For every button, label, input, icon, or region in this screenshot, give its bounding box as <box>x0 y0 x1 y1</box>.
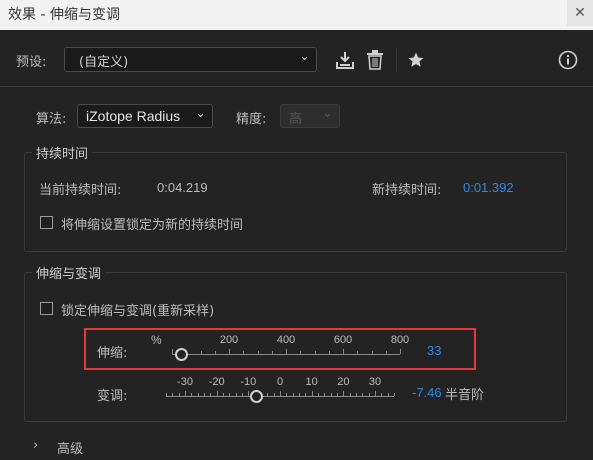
chevron-down-icon: ⌄ <box>322 106 333 121</box>
info-icon <box>558 50 578 70</box>
slider-tick <box>375 391 376 396</box>
duration-legend: 持续时间 <box>32 143 93 162</box>
stretch-pitch-legend: 伸缩与变调 <box>32 263 106 282</box>
slider-tick <box>217 391 218 396</box>
slider-tick <box>356 393 357 396</box>
slider-tick <box>350 393 351 396</box>
download-icon <box>336 52 354 69</box>
highlight-box <box>84 328 476 370</box>
slider-tick <box>179 393 180 396</box>
pitch-value[interactable]: -7.46 <box>412 385 442 400</box>
slider-tick <box>362 393 363 396</box>
slider-tick <box>394 393 395 396</box>
preset-dropdown[interactable]: (自定义) ⌄ <box>64 47 317 72</box>
slider-tick <box>210 393 211 396</box>
slider-tick <box>172 393 173 396</box>
precision-label: 精度: <box>236 112 267 127</box>
slider-tick <box>274 393 275 396</box>
slider-tick <box>337 393 338 396</box>
slider-tick-label: -30 <box>177 376 193 388</box>
slider-tick <box>280 391 281 396</box>
new-duration-label: 新持续时间: <box>372 183 442 198</box>
slider-track <box>166 396 394 397</box>
preset-value: (自定义) <box>79 55 129 70</box>
save-preset-button[interactable] <box>333 48 357 72</box>
slider-tick-label: 0 <box>276 376 284 388</box>
slider-tick <box>248 391 249 396</box>
slider-tick <box>204 393 205 396</box>
lock-stretch-pitch-label: 锁定伸缩与变调(重新采样) <box>61 304 215 319</box>
slider-tick <box>369 393 370 396</box>
slider-tick <box>185 391 186 396</box>
slider-tick <box>236 393 237 396</box>
slider-tick <box>388 393 389 396</box>
slider-tick <box>312 391 313 396</box>
preset-label: 预设: <box>16 55 47 70</box>
current-duration-label: 当前持续时间: <box>39 183 122 198</box>
chevron-down-icon: ⌄ <box>195 106 206 121</box>
slider-tick <box>223 393 224 396</box>
toolbar-divider <box>396 48 397 72</box>
chevron-down-icon: ⌄ <box>299 49 310 64</box>
title-bar: 效果 - 伸缩与变调 ✕ <box>0 0 593 30</box>
slider-thumb[interactable] <box>249 390 263 403</box>
lock-stretch-pitch-checkbox[interactable] <box>40 302 53 315</box>
current-duration-value: 0:04.219 <box>157 180 208 195</box>
slider-tick <box>229 393 230 396</box>
slider-tick <box>191 393 192 396</box>
slider-tick-label: 10 <box>305 376 318 388</box>
new-duration-value[interactable]: 0:01.392 <box>463 180 514 195</box>
slider-tick-label: -10 <box>240 376 257 388</box>
section-divider <box>0 86 593 87</box>
precision-dropdown: 高 ⌄ <box>280 104 340 128</box>
slider-tick <box>293 393 294 396</box>
slider-tick-label: 30 <box>368 376 382 388</box>
slider-tick <box>305 393 306 396</box>
window-title: 效果 - 伸缩与变调 <box>8 7 120 23</box>
slider-tick <box>299 393 300 396</box>
trash-icon <box>367 50 383 70</box>
pitch-label: 变调: <box>97 389 128 404</box>
pitch-slider[interactable]: -30 -20 -10 0 10 20 30 <box>160 375 400 407</box>
lock-duration-label: 将伸缩设置锁定为新的持续时间 <box>61 218 244 233</box>
delete-preset-button[interactable] <box>363 48 387 72</box>
advanced-toggle[interactable]: 高级 <box>57 438 83 457</box>
slider-tick <box>343 391 344 396</box>
slider-tick <box>242 393 243 396</box>
slider-tick <box>324 393 325 396</box>
star-icon <box>408 52 424 67</box>
slider-tick <box>286 393 287 396</box>
slider-tick <box>381 393 382 396</box>
slider-tick <box>331 393 332 396</box>
slider-tick <box>267 393 268 396</box>
algorithm-dropdown[interactable]: iZotope Radius ⌄ <box>77 104 213 128</box>
algorithm-label: 算法: <box>36 112 67 127</box>
slider-tick-label: -20 <box>208 376 225 388</box>
slider-tick <box>198 393 199 396</box>
close-icon[interactable]: ✕ <box>567 0 593 26</box>
chevron-right-icon[interactable]: › <box>33 438 38 453</box>
precision-value: 高 <box>289 112 303 127</box>
info-button[interactable] <box>556 48 580 72</box>
duration-group <box>24 152 567 252</box>
slider-tick-label: 20 <box>337 376 350 388</box>
slider-tick <box>318 393 319 396</box>
favorite-button[interactable] <box>404 48 428 72</box>
pitch-unit: 半音阶 <box>445 388 485 403</box>
algorithm-value: iZotope Radius <box>86 108 181 124</box>
slider-tick <box>166 393 167 396</box>
lock-duration-checkbox[interactable] <box>40 216 53 229</box>
